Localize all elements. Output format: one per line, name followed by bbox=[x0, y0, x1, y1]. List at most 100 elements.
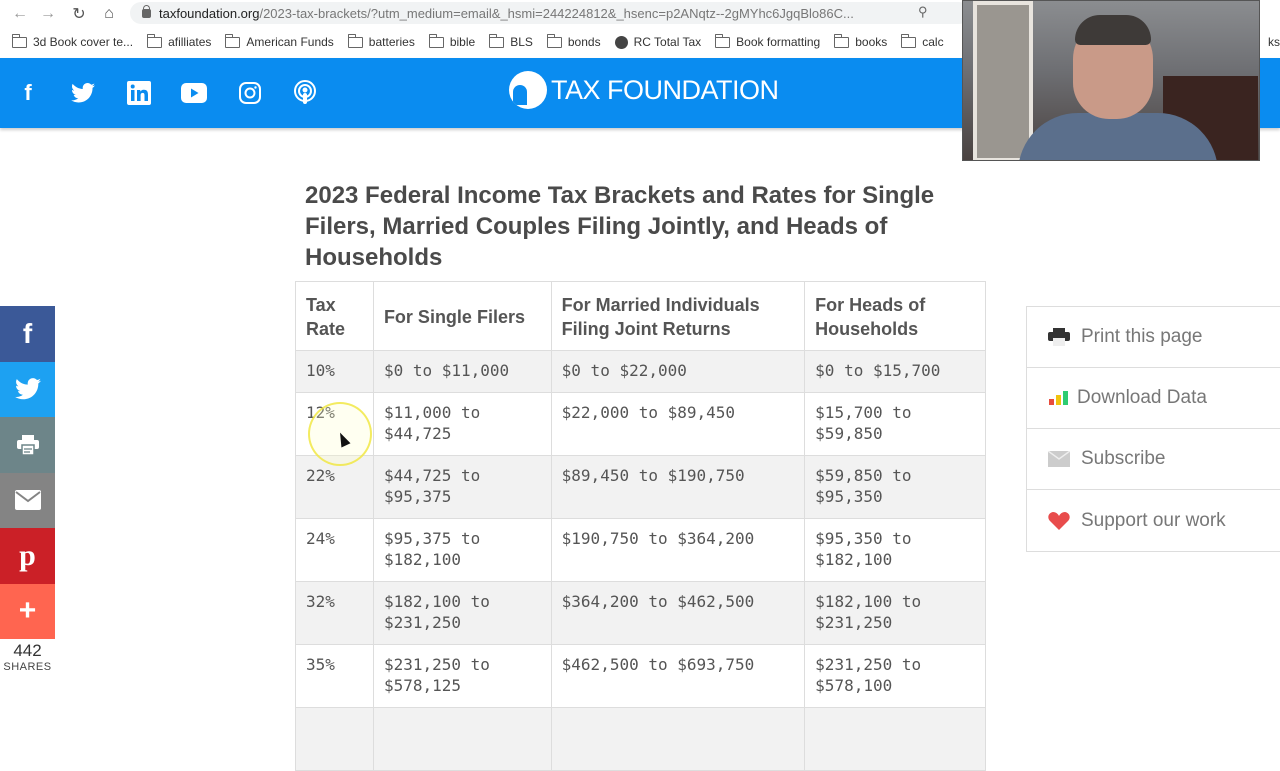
bookmark-item[interactable]: RC Total Tax bbox=[614, 35, 701, 49]
married-cell: $89,450 to $190,750 bbox=[550, 455, 806, 519]
married-cell: $364,200 to $462,500 bbox=[550, 581, 806, 645]
bookmark-label: calc bbox=[922, 35, 944, 49]
share-facebook-button[interactable]: f bbox=[0, 306, 55, 362]
bar-chart-icon bbox=[1047, 388, 1071, 408]
tax-rate-cell bbox=[295, 707, 374, 771]
zoom-icon[interactable]: ⚲ bbox=[918, 4, 928, 20]
bookmark-label: 3d Book cover te... bbox=[33, 35, 134, 49]
bookmark-item[interactable]: American Funds bbox=[225, 33, 334, 49]
bookmark-item[interactable]: afilliates bbox=[147, 33, 212, 49]
share-twitter-button[interactable] bbox=[0, 361, 55, 417]
share-pinterest-button[interactable]: p bbox=[0, 528, 55, 584]
table-row: 12% $11,000 to $44,725 $22,000 to $89,45… bbox=[295, 392, 986, 456]
reload-button[interactable]: ↻ bbox=[66, 2, 92, 26]
folder-icon bbox=[347, 33, 363, 48]
bookmark-item[interactable]: 3d Book cover te... bbox=[12, 33, 134, 49]
folder-icon bbox=[489, 33, 505, 48]
hoh-cell bbox=[804, 707, 986, 771]
folder-icon bbox=[12, 33, 27, 48]
hoh-cell: $0 to $15,700 bbox=[804, 350, 986, 393]
tax-rate-cell: 24% bbox=[295, 518, 374, 582]
folder-icon bbox=[901, 33, 917, 48]
share-count: 442 bbox=[13, 641, 42, 660]
single-cell: $11,000 to $44,725 bbox=[372, 392, 552, 456]
bookmark-label: books bbox=[855, 35, 888, 49]
table-header-row: Tax Rate For Single Filers For Married I… bbox=[295, 281, 986, 351]
header-heads-of-households: For Heads of Households bbox=[804, 281, 986, 351]
webcam-background-door bbox=[973, 1, 1033, 160]
bookmark-item[interactable]: BLS bbox=[489, 33, 533, 49]
married-cell: $190,750 to $364,200 bbox=[550, 518, 806, 582]
share-more-button[interactable]: + bbox=[0, 583, 55, 639]
bookmark-item[interactable]: batteries bbox=[347, 33, 415, 49]
download-data-link[interactable]: Download Data bbox=[1027, 368, 1280, 429]
bookmark-item[interactable]: bible bbox=[428, 33, 476, 49]
share-print-button[interactable] bbox=[0, 417, 55, 473]
hoh-cell: $59,850 to $95,350 bbox=[804, 455, 986, 519]
table-heading: 2023 Federal Income Tax Brackets and Rat… bbox=[305, 182, 935, 271]
envelope-icon bbox=[14, 490, 41, 511]
facebook-icon[interactable]: f bbox=[15, 80, 41, 106]
tax-foundation-logo[interactable]: TAX FOUNDATION bbox=[509, 71, 779, 109]
single-cell: $182,100 to $231,250 bbox=[372, 581, 552, 645]
action-label: Download Data bbox=[1077, 387, 1207, 408]
tax-rate-cell: 10% bbox=[295, 350, 374, 393]
table-row bbox=[295, 707, 986, 771]
single-cell: $231,250 to $578,125 bbox=[372, 644, 552, 708]
bookmark-label: afilliates bbox=[168, 35, 212, 49]
pinterest-icon: p bbox=[19, 538, 36, 572]
bookmark-label: Book formatting bbox=[736, 35, 821, 49]
plus-icon: + bbox=[18, 594, 37, 628]
header-tax-rate: Tax Rate bbox=[295, 281, 374, 351]
tax-rate-cell: 32% bbox=[295, 581, 374, 645]
bookmarks-overflow[interactable]: ks bbox=[1268, 35, 1280, 49]
webcam-person-hair bbox=[1075, 15, 1151, 45]
folder-icon bbox=[428, 33, 444, 48]
bookmark-item[interactable]: bonds bbox=[546, 33, 601, 49]
actions-panel: Print this page Download Data Subscribe … bbox=[1026, 306, 1280, 552]
hoh-cell: $15,700 to $59,850 bbox=[804, 392, 986, 456]
linkedin-icon[interactable] bbox=[126, 80, 152, 106]
action-label: Support our work bbox=[1081, 509, 1226, 531]
married-cell: $0 to $22,000 bbox=[550, 350, 806, 393]
subscribe-link[interactable]: Subscribe bbox=[1027, 429, 1280, 490]
back-button[interactable]: ← bbox=[7, 2, 33, 26]
instagram-icon[interactable] bbox=[237, 80, 263, 106]
youtube-icon[interactable] bbox=[181, 80, 207, 106]
single-cell: $95,375 to $182,100 bbox=[372, 518, 552, 582]
print-page-link[interactable]: Print this page bbox=[1027, 307, 1280, 368]
bookmark-label: bible bbox=[449, 35, 476, 49]
bookmark-item[interactable]: Book formatting bbox=[715, 33, 821, 49]
brand-name: TAX FOUNDATION bbox=[551, 74, 779, 105]
table-row: 10% $0 to $11,000 $0 to $22,000 $0 to $1… bbox=[295, 350, 986, 393]
bookmark-label: batteries bbox=[368, 35, 415, 49]
printer-icon bbox=[1047, 327, 1071, 347]
printer-icon bbox=[16, 434, 39, 455]
home-button[interactable]: ⌂ bbox=[96, 2, 122, 26]
support-link[interactable]: Support our work bbox=[1027, 490, 1280, 551]
single-cell bbox=[372, 707, 552, 771]
forward-button[interactable]: → bbox=[35, 2, 61, 26]
bookmark-item[interactable]: calc bbox=[901, 33, 944, 49]
twitter-icon[interactable] bbox=[70, 80, 96, 106]
married-cell bbox=[550, 707, 806, 771]
podcast-icon[interactable] bbox=[292, 80, 318, 106]
share-email-button[interactable] bbox=[0, 472, 55, 528]
bookmark-label: bonds bbox=[567, 35, 601, 49]
share-bar: f p + 442 SHARES bbox=[0, 306, 55, 673]
header-single-filers: For Single Filers bbox=[372, 281, 552, 351]
action-label: Subscribe bbox=[1081, 448, 1166, 469]
address-bar[interactable]: taxfoundation.org/2023-tax-brackets/?utm… bbox=[130, 2, 970, 24]
single-cell: $0 to $11,000 bbox=[372, 350, 552, 393]
tax-rate-cell: 35% bbox=[295, 644, 374, 708]
folder-icon bbox=[546, 33, 562, 48]
folder-icon bbox=[834, 33, 850, 48]
webcam-person-shirt bbox=[1018, 113, 1218, 160]
share-label: SHARES bbox=[3, 661, 52, 673]
table-row: 32% $182,100 to $231,250 $364,200 to $46… bbox=[295, 581, 986, 645]
table-row: 24% $95,375 to $182,100 $190,750 to $364… bbox=[295, 518, 986, 582]
bookmark-label: BLS bbox=[510, 35, 533, 49]
bookmark-item[interactable]: books bbox=[834, 33, 888, 49]
table-row: 35% $231,250 to $578,125 $462,500 to $69… bbox=[295, 644, 986, 708]
hoh-cell: $182,100 to $231,250 bbox=[804, 581, 986, 645]
